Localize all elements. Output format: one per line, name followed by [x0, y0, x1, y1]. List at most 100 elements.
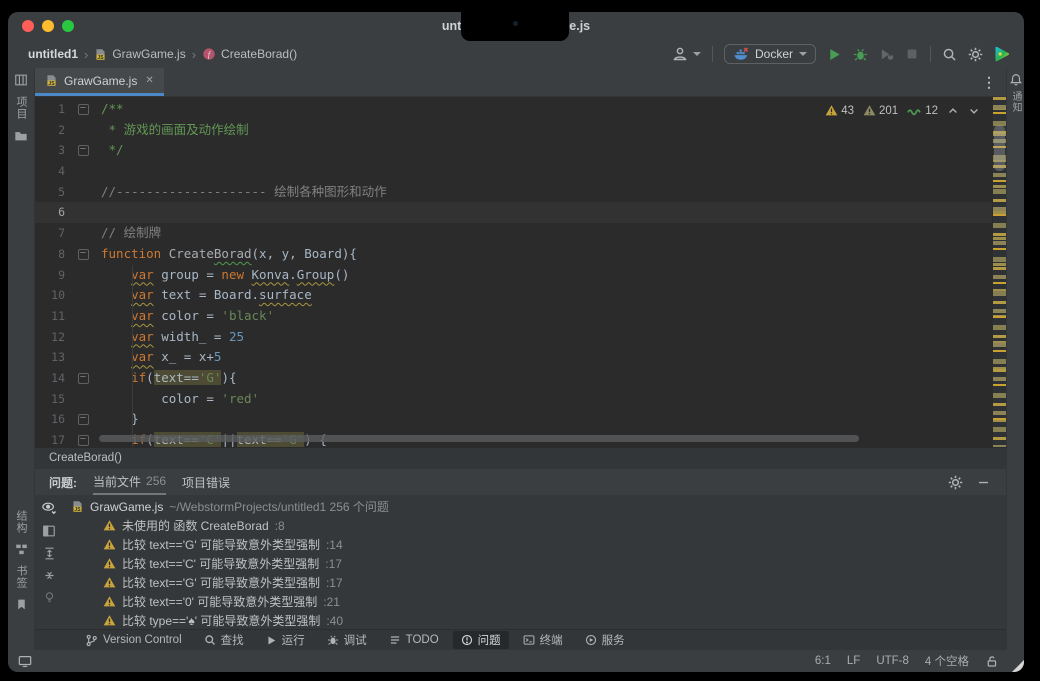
fold-end-icon[interactable]: – [78, 145, 89, 156]
code-line[interactable]: 11 var color = 'black' [35, 306, 993, 327]
breadcrumb-current-member[interactable]: CreateBorad() [49, 452, 122, 464]
fold-marker-icon[interactable]: – [78, 373, 89, 384]
problem-item[interactable]: 比较 type=='♠' 可能导致意外类型强制:40 [63, 611, 1006, 629]
svg-text:JS: JS [48, 81, 55, 87]
structure-icon[interactable] [15, 543, 28, 556]
code-line[interactable]: 12 var width_ = 25 [35, 327, 993, 348]
typo-count[interactable]: 12 [907, 104, 938, 117]
tool-window-button-version-control[interactable]: Version Control [77, 631, 190, 649]
warning-icon [103, 576, 116, 589]
line-number: 14 [35, 368, 65, 389]
fold-marker-icon[interactable]: – [78, 104, 89, 115]
problem-item[interactable]: 未使用的 函数 CreateBorad:8 [63, 516, 1006, 535]
tool-window-button-find[interactable]: 查找 [196, 631, 252, 649]
fold-column [65, 202, 101, 223]
tool-window-button-terminal[interactable]: 终端 [515, 631, 571, 649]
tool-window-button-problems[interactable]: 问题 [453, 631, 509, 649]
problems-tab[interactable]: 当前文件256 [93, 469, 166, 495]
fold-marker-icon[interactable]: – [78, 435, 89, 446]
code-line[interactable]: 16– } [35, 409, 993, 430]
preview-eye-icon[interactable] [41, 501, 57, 515]
breadcrumb-file[interactable]: JS GrawGame.js [94, 47, 185, 61]
code-line[interactable]: 3– */ [35, 140, 993, 161]
inspections-widget[interactable]: 43 201 12 [821, 102, 984, 119]
problem-item[interactable]: 比较 text=='C' 可能导致意外类型强制:17 [63, 554, 1006, 573]
zoom-window-button[interactable] [62, 20, 74, 32]
tool-window-button-debug[interactable]: 调试 [319, 631, 375, 649]
expand-all-icon[interactable] [43, 547, 56, 560]
indent-setting[interactable]: 4 个空格 [925, 653, 969, 669]
minimize-panel-icon[interactable] [977, 476, 990, 489]
tool-window-button-todo[interactable]: TODO [381, 631, 447, 649]
problem-item[interactable]: 比较 text=='G' 可能导致意外类型强制:17 [63, 573, 1006, 592]
code-line[interactable]: 10 var text = Board.surface [35, 285, 993, 306]
tool-window-button-run[interactable]: 运行 [258, 631, 313, 649]
code-line[interactable]: 9 var group = new Konva.Group() [35, 265, 993, 286]
next-problem-button[interactable] [968, 105, 980, 117]
fold-marker-icon[interactable]: – [78, 249, 89, 260]
caret-position[interactable]: 6:1 [815, 655, 831, 667]
vertical-scrollbar-thumb[interactable] [994, 125, 1005, 171]
panel-settings-icon[interactable] [948, 475, 963, 490]
problems-file-row[interactable]: JSGrawGame.js~/WebstormProjects/untitled… [63, 497, 1006, 516]
plugin-logo-icon[interactable] [994, 46, 1010, 62]
resize-grip[interactable] [1012, 660, 1024, 672]
collapse-all-icon[interactable] [43, 569, 56, 582]
code-line[interactable]: 7// 绘制牌 [35, 223, 993, 244]
tool-stripe-bookmarks[interactable]: 书签 [13, 565, 29, 589]
problems-tree: JSGrawGame.js~/WebstormProjects/untitled… [63, 495, 1006, 629]
file-encoding[interactable]: UTF-8 [876, 655, 909, 667]
breadcrumb-member[interactable]: f CreateBorad() [202, 47, 297, 61]
settings-button[interactable] [968, 47, 983, 62]
bookmark-icon[interactable] [15, 598, 28, 611]
code-line[interactable]: 15 color = 'red' [35, 389, 993, 410]
tool-stripe-project[interactable]: 项目 [13, 96, 29, 120]
run-with-coverage-button[interactable] [879, 47, 894, 62]
fold-end-icon[interactable]: – [78, 414, 89, 425]
notifications-bell-icon[interactable] [1009, 73, 1023, 87]
close-window-button[interactable] [22, 20, 34, 32]
line-number: 5 [35, 182, 65, 203]
prev-problem-button[interactable] [947, 105, 959, 117]
code-line[interactable]: 14– if(text=='G'){ [35, 368, 993, 389]
find-icon [204, 634, 216, 646]
tool-stripe-structure[interactable]: 结构 [13, 510, 29, 534]
tab-grawgame-js[interactable]: JS GrawGame.js ✕ [35, 68, 164, 96]
run-button[interactable] [827, 47, 842, 62]
debug-button[interactable] [853, 47, 868, 62]
run-configuration-select[interactable]: Docker [724, 44, 816, 64]
code-line[interactable]: 8–function CreateBorad(x, y, Board){ [35, 244, 993, 265]
problem-item[interactable]: 比较 text=='0' 可能导致意外类型强制:21 [63, 592, 1006, 611]
tab-options-menu[interactable]: ⋮ [982, 68, 1006, 96]
problem-line-ref: :8 [275, 519, 285, 533]
line-ending[interactable]: LF [847, 655, 860, 667]
horizontal-scrollbar[interactable] [99, 435, 859, 442]
tool-stripe-notifications[interactable]: 通知 [1008, 91, 1023, 113]
project-grid-icon[interactable] [14, 73, 28, 87]
error-stripe[interactable] [992, 97, 1006, 447]
warning-count[interactable]: 43 [825, 104, 854, 117]
docker-icon [733, 47, 749, 61]
weak-warning-count[interactable]: 201 [863, 104, 898, 117]
code-editor[interactable]: 1–/**2 * 游戏的画面及动作绘制3– */45//------------… [35, 97, 1006, 447]
breadcrumb-project[interactable]: untitled1 [28, 47, 78, 61]
unlock-icon[interactable] [985, 655, 998, 668]
tool-window-button-services[interactable]: 服务 [577, 631, 633, 649]
code-line[interactable]: 4 [35, 161, 993, 182]
stop-button[interactable] [905, 47, 919, 61]
quickfix-bulb-icon[interactable] [43, 591, 56, 604]
title-bar[interactable]: unt e.js [8, 12, 1024, 40]
folder-icon[interactable] [14, 129, 28, 143]
close-tab-icon[interactable]: ✕ [145, 75, 153, 86]
code-line[interactable]: 6 [35, 202, 993, 223]
open-preview-panel-icon[interactable] [42, 524, 56, 538]
tool-window-switcher-icon[interactable] [18, 654, 32, 668]
problem-item[interactable]: 比较 text=='G' 可能导致意外类型强制:14 [63, 535, 1006, 554]
search-everywhere-button[interactable] [942, 47, 957, 62]
code-line[interactable]: 13 var x_ = x+5 [35, 347, 993, 368]
problems-tab[interactable]: 项目错误 [182, 469, 230, 495]
code-line[interactable]: 5//-------------------- 绘制各种图形和动作 [35, 182, 993, 203]
code-line[interactable]: 2 * 游戏的画面及动作绘制 [35, 120, 993, 141]
profile-button[interactable] [672, 46, 701, 62]
minimize-window-button[interactable] [42, 20, 54, 32]
